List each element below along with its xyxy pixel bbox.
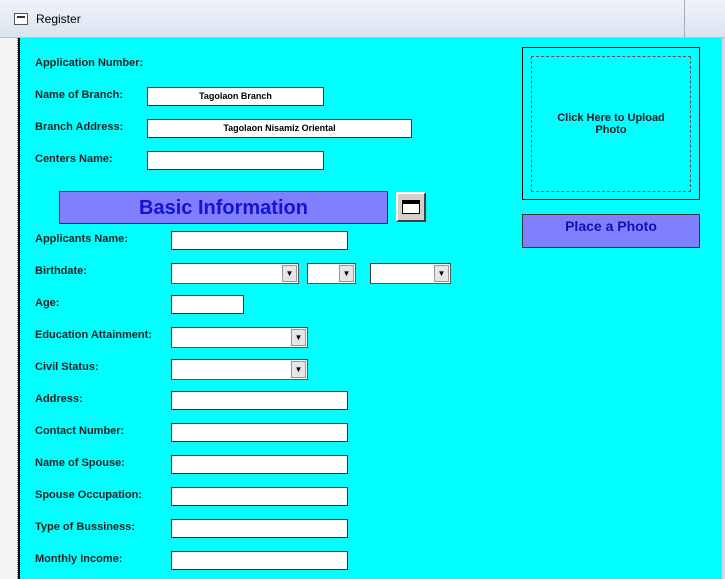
tab-divider	[684, 0, 685, 38]
education-label: Education Attainment:	[35, 329, 152, 341]
monthly-income-label: Monthly Income:	[35, 553, 123, 565]
document-tab[interactable]: Register	[6, 6, 91, 32]
applicants-name-label: Applicants Name:	[35, 233, 128, 245]
window-title: Register	[36, 12, 81, 26]
spouse-occupation-field[interactable]	[171, 487, 348, 506]
title-bar: Register	[0, 0, 725, 38]
application-number-label: Application Number:	[35, 57, 144, 69]
chevron-down-icon[interactable]: ▼	[282, 265, 297, 282]
calendar-icon	[402, 200, 420, 214]
contact-number-field[interactable]	[171, 423, 348, 442]
birth-year-select[interactable]: ▼	[370, 263, 451, 284]
branch-address-field[interactable]: Tagolaon Nisamiz Oriental	[147, 119, 412, 138]
branch-address-label: Branch Address:	[35, 121, 124, 133]
photo-upload-text: Click Here to Upload Photo	[531, 56, 691, 192]
form-icon	[14, 13, 28, 25]
record-selector-strip	[0, 38, 18, 579]
centers-name-field[interactable]	[147, 151, 324, 170]
spouse-name-field[interactable]	[171, 455, 348, 474]
birth-day-select[interactable]: ▼	[307, 263, 356, 284]
civil-status-label: Civil Status:	[35, 361, 99, 373]
birthdate-label: Birthdate:	[35, 265, 87, 277]
civil-status-select[interactable]: ▼	[171, 359, 308, 380]
calendar-button[interactable]	[396, 192, 426, 222]
place-photo-button[interactable]: Place a Photo	[522, 214, 700, 248]
chevron-down-icon[interactable]: ▼	[291, 329, 306, 346]
branch-name-label: Name of Branch:	[35, 89, 124, 101]
education-select[interactable]: ▼	[171, 327, 308, 348]
monthly-income-field[interactable]	[171, 551, 348, 570]
section-title: Basic Information	[59, 191, 388, 224]
chevron-down-icon[interactable]: ▼	[291, 361, 306, 378]
chevron-down-icon[interactable]: ▼	[339, 265, 354, 282]
address-label: Address:	[35, 393, 83, 405]
spouse-name-label: Name of Spouse:	[35, 457, 125, 469]
applicants-name-field[interactable]	[171, 231, 348, 250]
contact-number-label: Contact Number:	[35, 425, 125, 437]
photo-upload-area[interactable]: Click Here to Upload Photo	[522, 47, 700, 200]
age-field[interactable]	[171, 295, 244, 314]
business-type-label: Type of Bussiness:	[35, 521, 136, 533]
centers-name-label: Centers Name:	[35, 153, 113, 165]
chevron-down-icon[interactable]: ▼	[434, 265, 449, 282]
age-label: Age:	[35, 297, 60, 309]
birth-month-select[interactable]: ▼	[171, 263, 299, 284]
branch-name-field[interactable]: Tagolaon Branch	[147, 87, 324, 106]
address-field[interactable]	[171, 391, 348, 410]
spouse-occupation-label: Spouse Occupation:	[35, 489, 142, 501]
business-type-field[interactable]	[171, 519, 348, 538]
